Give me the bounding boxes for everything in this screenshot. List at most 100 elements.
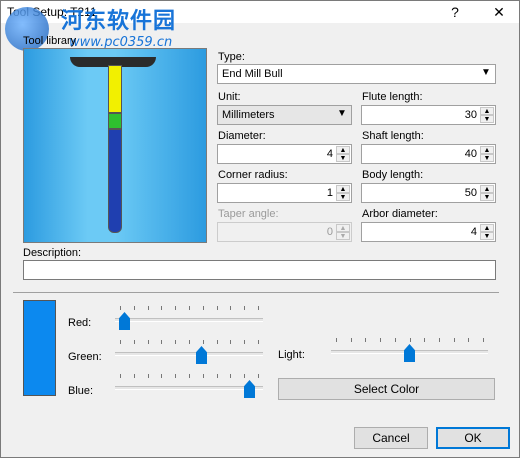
- slider-tick: [134, 340, 135, 344]
- slider-tick: [244, 306, 245, 310]
- title-bar: Tool Setup: T211 ? ✕: [1, 1, 519, 23]
- slider-tick: [217, 340, 218, 344]
- slider-tick: [175, 306, 176, 310]
- slider-track[interactable]: [115, 318, 263, 322]
- red-label: Red:: [68, 317, 92, 329]
- slider-track[interactable]: [115, 352, 263, 356]
- blue-slider[interactable]: [115, 374, 263, 398]
- spin-up-icon[interactable]: ▲: [480, 107, 494, 115]
- shaft-length-label: Shaft length:: [362, 130, 424, 142]
- slider-thumb[interactable]: [196, 346, 207, 364]
- slider-ticks: [120, 306, 259, 310]
- description-label: Description:: [23, 247, 82, 259]
- slider-thumb[interactable]: [244, 380, 255, 398]
- slider-tick: [148, 374, 149, 378]
- taper-angle-label: Taper angle:: [218, 208, 279, 220]
- flute-length-label: Flute length:: [362, 91, 423, 103]
- spin-down-icon[interactable]: ▼: [480, 232, 494, 240]
- body-length-value: 50: [464, 187, 477, 199]
- slider-tick: [134, 306, 135, 310]
- slider-tick: [148, 340, 149, 344]
- slider-tick: [120, 306, 121, 310]
- select-color-button[interactable]: Select Color: [278, 378, 495, 400]
- slider-tick: [258, 306, 259, 310]
- spin-down-icon[interactable]: ▼: [480, 115, 494, 123]
- slider-tick: [175, 374, 176, 378]
- arbor-diameter-input[interactable]: 4 ▲ ▼: [361, 222, 496, 242]
- slider-tick: [120, 374, 121, 378]
- blue-label: Blue:: [68, 385, 94, 397]
- red-slider[interactable]: [115, 306, 263, 330]
- slider-tick: [230, 374, 231, 378]
- spin-down-icon[interactable]: ▼: [336, 154, 350, 162]
- light-label: Light:: [278, 349, 305, 361]
- slider-ticks: [120, 340, 259, 344]
- slider-tick: [351, 338, 352, 342]
- body-length-input[interactable]: 50 ▲ ▼: [361, 183, 496, 203]
- slider-thumb[interactable]: [119, 312, 130, 330]
- description-input[interactable]: [23, 260, 496, 280]
- spin-up-icon[interactable]: ▲: [480, 185, 494, 193]
- green-slider[interactable]: [115, 340, 263, 364]
- spin-down-icon[interactable]: ▼: [336, 193, 350, 201]
- spin-down-icon[interactable]: ▼: [480, 193, 494, 201]
- corner-radius-value: 1: [326, 187, 333, 199]
- body-length-label: Body length:: [362, 169, 424, 181]
- slider-track[interactable]: [115, 386, 263, 390]
- close-button[interactable]: ✕: [485, 3, 513, 21]
- slider-tick: [120, 340, 121, 344]
- unit-label: Unit:: [218, 91, 241, 103]
- flute-length-value: 30: [464, 109, 477, 121]
- ok-button[interactable]: OK: [436, 427, 510, 449]
- slider-ticks: [336, 338, 484, 342]
- type-select[interactable]: End Mill Bull ▼: [217, 64, 496, 84]
- spin-up-icon[interactable]: ▲: [480, 224, 494, 232]
- slider-tick: [395, 338, 396, 342]
- slider-tick: [148, 306, 149, 310]
- chevron-down-icon: ▼: [337, 108, 347, 119]
- light-slider[interactable]: [331, 338, 488, 362]
- slider-tick: [336, 338, 337, 342]
- arbor-diameter-label: Arbor diameter:: [362, 208, 438, 220]
- tool-preview: [23, 48, 207, 243]
- cancel-button[interactable]: Cancel: [354, 427, 428, 449]
- spin-down-icon[interactable]: ▼: [480, 154, 494, 162]
- corner-radius-label: Corner radius:: [218, 169, 288, 181]
- slider-tick: [244, 374, 245, 378]
- diameter-input[interactable]: 4 ▲ ▼: [217, 144, 352, 164]
- unit-value: Millimeters: [222, 109, 275, 121]
- slider-tick: [483, 338, 484, 342]
- slider-tick: [217, 374, 218, 378]
- slider-tick: [203, 340, 204, 344]
- spin-down-icon: ▼: [336, 232, 350, 240]
- slider-tick: [161, 306, 162, 310]
- slider-tick: [365, 338, 366, 342]
- slider-tick: [258, 374, 259, 378]
- spin-up-icon: ▲: [336, 224, 350, 232]
- slider-tick: [189, 374, 190, 378]
- spin-up-icon[interactable]: ▲: [336, 146, 350, 154]
- slider-ticks: [120, 374, 259, 378]
- help-button[interactable]: ?: [441, 3, 469, 21]
- slider-tick: [161, 374, 162, 378]
- slider-tick: [161, 340, 162, 344]
- flute-length-input[interactable]: 30 ▲ ▼: [361, 105, 496, 125]
- arbor-diameter-value: 4: [470, 226, 477, 238]
- tool-library-label: Tool library: [23, 35, 77, 47]
- slider-tick: [203, 306, 204, 310]
- slider-thumb[interactable]: [404, 344, 415, 362]
- slider-tick: [258, 340, 259, 344]
- taper-angle-value: 0: [326, 226, 333, 238]
- corner-radius-input[interactable]: 1 ▲ ▼: [217, 183, 352, 203]
- tool-flute-section: [108, 129, 122, 233]
- chevron-down-icon: ▼: [481, 67, 491, 78]
- color-swatch: [23, 300, 56, 396]
- divider: [13, 292, 499, 293]
- slider-tick: [230, 340, 231, 344]
- slider-tick: [134, 374, 135, 378]
- shaft-length-input[interactable]: 40 ▲ ▼: [361, 144, 496, 164]
- type-value: End Mill Bull: [222, 68, 283, 80]
- spin-up-icon[interactable]: ▲: [480, 146, 494, 154]
- unit-select[interactable]: Millimeters ▼: [217, 105, 352, 125]
- spin-up-icon[interactable]: ▲: [336, 185, 350, 193]
